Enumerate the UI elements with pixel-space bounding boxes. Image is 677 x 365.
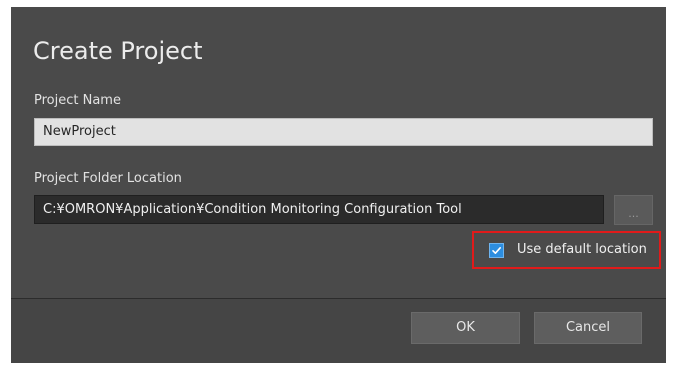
project-folder-input[interactable]: C:¥OMRON¥Application¥Condition Monitorin… — [34, 195, 604, 224]
project-name-input[interactable]: NewProject — [34, 118, 653, 146]
create-project-dialog: Create Project Project Name NewProject P… — [11, 7, 666, 363]
default-location-label[interactable]: Use default location — [517, 242, 647, 257]
checkmark-icon — [492, 247, 501, 254]
browse-folder-button[interactable]: ... — [614, 195, 653, 225]
cancel-button[interactable]: Cancel — [534, 312, 642, 344]
project-name-label: Project Name — [34, 93, 121, 108]
project-folder-label: Project Folder Location — [34, 171, 182, 186]
dialog-title: Create Project — [33, 37, 203, 65]
ok-button[interactable]: OK — [411, 312, 520, 344]
default-location-checkbox[interactable] — [489, 243, 504, 258]
